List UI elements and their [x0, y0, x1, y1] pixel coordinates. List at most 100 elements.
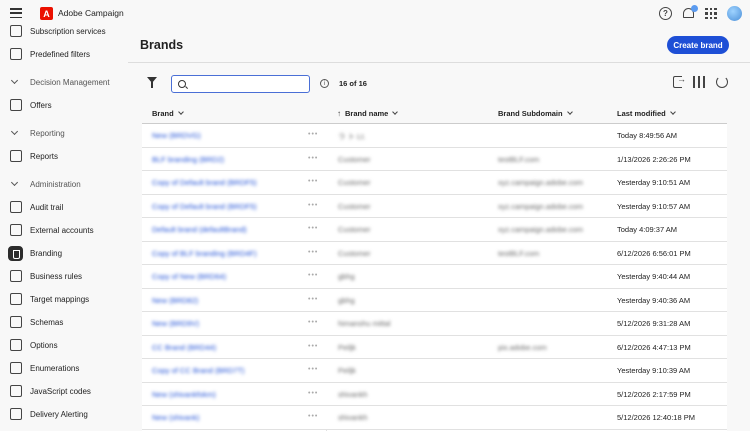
refresh-icon[interactable]	[716, 76, 728, 88]
sidebar-item-label: Branding	[30, 248, 63, 258]
beaker-icon	[8, 245, 23, 261]
brand-link[interactable]: Copy of CC Brand (BRD7T)	[152, 366, 302, 375]
more-actions-icon[interactable]: •••	[308, 178, 318, 185]
last-modified-cell: 1/13/2026 2:26:26 PM	[617, 154, 691, 164]
last-modified-cell: 5/12/2026 9:31:28 AM	[617, 319, 691, 328]
sidebar-item-audit-trail[interactable]: Audit trail	[0, 198, 128, 216]
search-icon	[178, 80, 186, 88]
table-row[interactable]: New (shivank) ••• shivankh 5/12/2026 12:40:…	[142, 406, 727, 430]
brand-link[interactable]: BLF branding (BRD2)	[152, 155, 302, 164]
brand-name-cell: Customer	[338, 248, 371, 258]
search-box[interactable]	[171, 75, 310, 93]
sidebar-item-external-accounts[interactable]: External accounts	[0, 221, 128, 239]
app-switcher-icon[interactable]	[705, 7, 717, 20]
envelope-icon	[10, 25, 22, 37]
sidebar-item-predefined-filters[interactable]: Predefined filters	[0, 45, 128, 63]
sidebar-item-javascript-codes[interactable]: JavaScript codes	[0, 382, 128, 400]
table-row[interactable]: New (BRD82) ••• gbhg Yesterday 9:40:36 AM	[142, 288, 727, 312]
create-brand-button[interactable]: Create brand	[667, 36, 729, 54]
brand-name-cell: shivankh	[338, 413, 368, 422]
more-actions-icon[interactable]: •••	[308, 202, 318, 209]
sidebar-item-reports[interactable]: Reports	[0, 147, 128, 165]
more-actions-icon[interactable]: •••	[308, 296, 318, 303]
brand-link[interactable]: New (shivank)	[152, 413, 302, 422]
sidebar-item-offers[interactable]: Offers	[0, 96, 128, 114]
section-label: Administration	[30, 179, 81, 189]
more-actions-icon[interactable]: •••	[308, 249, 318, 256]
table-row[interactable]: New (BRD9V) ••• himanshu mittal 5/12/2026 9…	[142, 312, 727, 336]
info-icon[interactable]: i	[320, 79, 329, 88]
main-content: Brands Create brand i 16 of 16 Brand ↑Br…	[128, 28, 750, 431]
more-actions-icon[interactable]: •••	[308, 366, 318, 373]
last-modified-cell: Yesterday 9:10:57 AM	[617, 201, 691, 211]
column-header-last-modified[interactable]: Last modified	[617, 109, 676, 118]
sidebar-item-enumerations[interactable]: Enumerations	[0, 359, 128, 377]
table-row[interactable]: Copy of BLF branding (BRD4F) ••• Customer t…	[142, 241, 727, 265]
column-header-brand-subdomain[interactable]: Brand Subdomain	[498, 109, 573, 118]
audit-icon	[10, 201, 22, 213]
sidebar-item-label: Enumerations	[30, 363, 80, 373]
table-row[interactable]: Copy of CC Brand (BRD7T) ••• Peiljk Yesterd…	[142, 359, 727, 383]
brand-link[interactable]: CC Brand (BRD44)	[152, 343, 302, 352]
brand-link[interactable]: Copy of Default brand (BRDF5)	[152, 178, 302, 187]
brand-link[interactable]: Copy of BLF branding (BRD4F)	[152, 249, 302, 258]
table-header: Brand ↑ Brand name Brand Subdomain Last m…	[142, 102, 727, 124]
more-actions-icon[interactable]: •••	[308, 225, 318, 232]
sidebar-item-business-rules[interactable]: Business rules	[0, 267, 128, 285]
more-actions-icon[interactable]: •••	[308, 413, 318, 420]
sidebar-item-subscription-services[interactable]: Subscription services	[0, 22, 128, 40]
search-input[interactable]	[190, 78, 305, 90]
section-decision-management[interactable]: Decision Management	[0, 75, 128, 89]
page-title: Brands	[140, 38, 184, 52]
sidebar-item-options[interactable]: Options	[0, 336, 128, 354]
more-actions-icon[interactable]: •••	[308, 319, 318, 326]
brand-link[interactable]: Default brand (defaultBrand)	[152, 225, 302, 234]
brand-link[interactable]: Copy of New (BRD64)	[152, 272, 302, 281]
table-row[interactable]: Copy of Default brand (BRDF5) ••• Customer…	[142, 194, 727, 218]
table-row[interactable]: Default brand (defaultBrand) ••• Customer x…	[142, 218, 727, 242]
notifications-bell-icon[interactable]	[682, 5, 698, 20]
brand-link[interactable]: New (BRD9V)	[152, 319, 302, 328]
table-row[interactable]: BLF branding (BRD2) ••• Customer testBLF.co…	[142, 147, 727, 171]
top-right-actions: ?	[659, 5, 742, 21]
export-icon[interactable]	[673, 74, 686, 88]
more-actions-icon[interactable]: •••	[308, 155, 318, 162]
more-actions-icon[interactable]: •••	[308, 390, 318, 397]
table-row[interactable]: Copy of New (BRD64) ••• gbhg Yesterday 9:40…	[142, 265, 727, 289]
sidebar-item-branding[interactable]: Branding	[0, 244, 128, 262]
sidebar-item-label: Delivery Alerting	[30, 409, 88, 419]
brand-link[interactable]: New (BRDVG)	[152, 131, 302, 140]
table-row[interactable]: CC Brand (BRD44) ••• Peiljk pix.adobe.com 6/…	[142, 335, 727, 359]
column-header-brand-name[interactable]: ↑ Brand name	[337, 109, 399, 118]
chevron-down-icon	[566, 109, 573, 115]
more-actions-icon[interactable]: •••	[308, 131, 318, 138]
table-row[interactable]: New (shivankfokm) ••• shivankh 5/12/2026 2:…	[142, 382, 727, 406]
column-header-brand[interactable]: Brand	[152, 109, 184, 118]
brand-name-cell: Customer	[338, 201, 371, 211]
brand-link[interactable]: New (BRD82)	[152, 296, 302, 305]
chevron-down-icon	[177, 109, 184, 115]
user-avatar[interactable]	[727, 6, 742, 21]
sidebar-item-label: Business rules	[30, 271, 83, 281]
hamburger-menu-icon[interactable]	[10, 8, 22, 19]
chevron-down-icon	[392, 109, 399, 115]
filter-icon[interactable]	[147, 77, 157, 88]
sidebar-item-target-mappings[interactable]: Target mappings	[0, 290, 128, 308]
more-actions-icon[interactable]: •••	[308, 343, 318, 350]
sidebar-item-delivery-alerting[interactable]: Delivery Alerting	[0, 405, 128, 423]
sidebar-item-schemas[interactable]: Schemas	[0, 313, 128, 331]
brand-link[interactable]: New (shivankfokm)	[152, 390, 302, 399]
column-settings-icon[interactable]	[693, 76, 705, 88]
brand-link[interactable]: Copy of Default brand (BRDF5)	[152, 202, 302, 211]
table-row[interactable]: New (BRDVG) ••• ラ ト Lt. Today 8:49:56 AM	[142, 124, 727, 148]
section-reporting[interactable]: Reporting	[0, 126, 128, 140]
sidebar-item-label: JavaScript codes	[30, 386, 91, 396]
more-actions-icon[interactable]: •••	[308, 272, 318, 279]
section-administration[interactable]: Administration	[0, 177, 128, 191]
section-label: Reporting	[30, 128, 65, 138]
help-icon[interactable]: ?	[659, 7, 672, 20]
last-modified-cell: Yesterday 9:40:44 AM	[617, 272, 691, 281]
sidebar-item-label: Audit trail	[30, 202, 64, 212]
schema-icon	[10, 316, 22, 328]
table-row[interactable]: Copy of Default brand (BRDF5) ••• Customer…	[142, 171, 727, 195]
